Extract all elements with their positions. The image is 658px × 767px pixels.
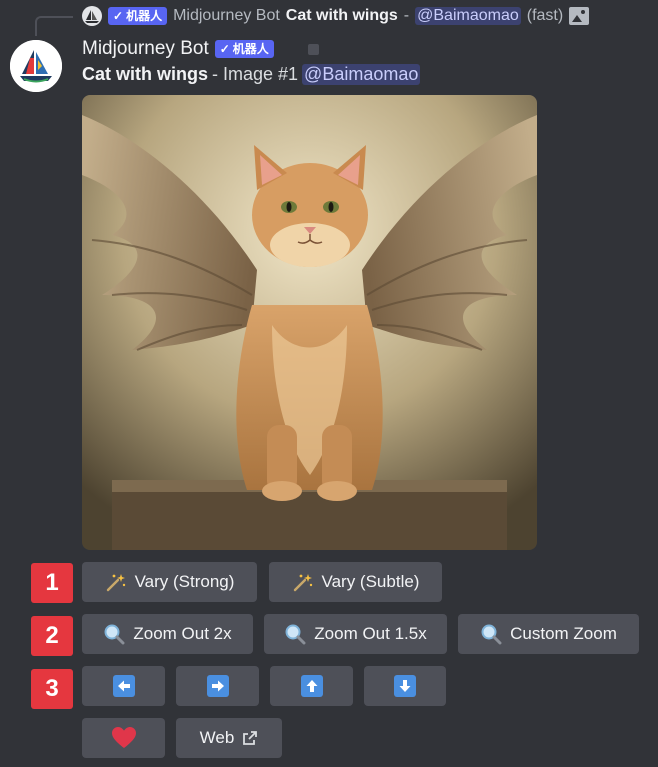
zoom-out-1-5x-button[interactable]: Zoom Out 1.5x (264, 614, 447, 654)
generated-image[interactable] (82, 95, 537, 550)
prompt-text: Cat with wings (82, 64, 208, 84)
username[interactable]: Midjourney Bot (82, 38, 209, 60)
image-icon[interactable] (569, 7, 590, 25)
magic-wand-icon (106, 574, 125, 592)
arrow-down-icon (394, 675, 416, 697)
row-marker-3: 3 (31, 669, 73, 709)
reply-preview[interactable]: ✓ 机器人 Midjourney Bot Cat with wings - @Ba… (82, 4, 590, 28)
bot-badge: ✓ 机器人 (214, 40, 274, 58)
reply-separator: - (403, 7, 410, 24)
web-label: Web (199, 728, 235, 747)
row-marker-1: 1 (31, 563, 73, 603)
arrow-up-icon (300, 675, 323, 697)
message-content: Cat with wings - Image #1 @Baimaomao (82, 64, 421, 85)
check-icon: ✓ (219, 42, 230, 56)
reply-mode: (fast) (526, 7, 564, 24)
custom-zoom-button[interactable]: Custom Zoom (458, 614, 639, 654)
reply-bot-badge: ✓ 机器人 (108, 7, 168, 25)
magic-wand-icon (293, 574, 312, 592)
reply-avatar (82, 6, 102, 26)
image-label: - Image #1 (212, 64, 299, 84)
magnifier-icon (481, 624, 502, 645)
magnifier-icon (285, 624, 306, 645)
pan-right-button[interactable] (176, 666, 259, 706)
arrow-left-icon (112, 675, 135, 697)
pan-left-button[interactable] (82, 666, 165, 706)
web-button[interactable]: Web (176, 718, 282, 758)
zoom-out-1-5x-label: Zoom Out 1.5x (314, 624, 427, 643)
reply-prompt: Cat with wings (285, 7, 398, 24)
reply-connector (35, 16, 73, 36)
vary-strong-button[interactable]: Vary (Strong) (82, 562, 257, 602)
check-icon: ✓ (113, 9, 124, 23)
reply-mention[interactable]: @Baimaomao (415, 7, 521, 25)
magnifier-icon (104, 624, 125, 645)
vary-subtle-button[interactable]: Vary (Subtle) (269, 562, 442, 602)
favorite-button[interactable] (82, 718, 165, 758)
pan-up-button[interactable] (270, 666, 353, 706)
vary-strong-label: Vary (Strong) (134, 572, 235, 591)
pan-down-button[interactable] (364, 666, 446, 706)
row-marker-2: 2 (31, 616, 73, 656)
user-mention[interactable]: @Baimaomao (302, 64, 421, 85)
message-header: Midjourney Bot ✓ 机器人 (82, 36, 319, 62)
zoom-out-2x-button[interactable]: Zoom Out 2x (82, 614, 253, 654)
external-link-icon (243, 731, 258, 745)
heart-icon (111, 727, 136, 748)
arrow-right-icon (206, 675, 229, 697)
reply-bot-name[interactable]: Midjourney Bot (173, 7, 280, 25)
zoom-out-2x-label: Zoom Out 2x (133, 624, 232, 643)
avatar[interactable] (10, 40, 62, 92)
custom-zoom-label: Custom Zoom (510, 624, 617, 643)
select-checkbox[interactable] (307, 43, 319, 55)
vary-subtle-label: Vary (Subtle) (321, 572, 420, 591)
